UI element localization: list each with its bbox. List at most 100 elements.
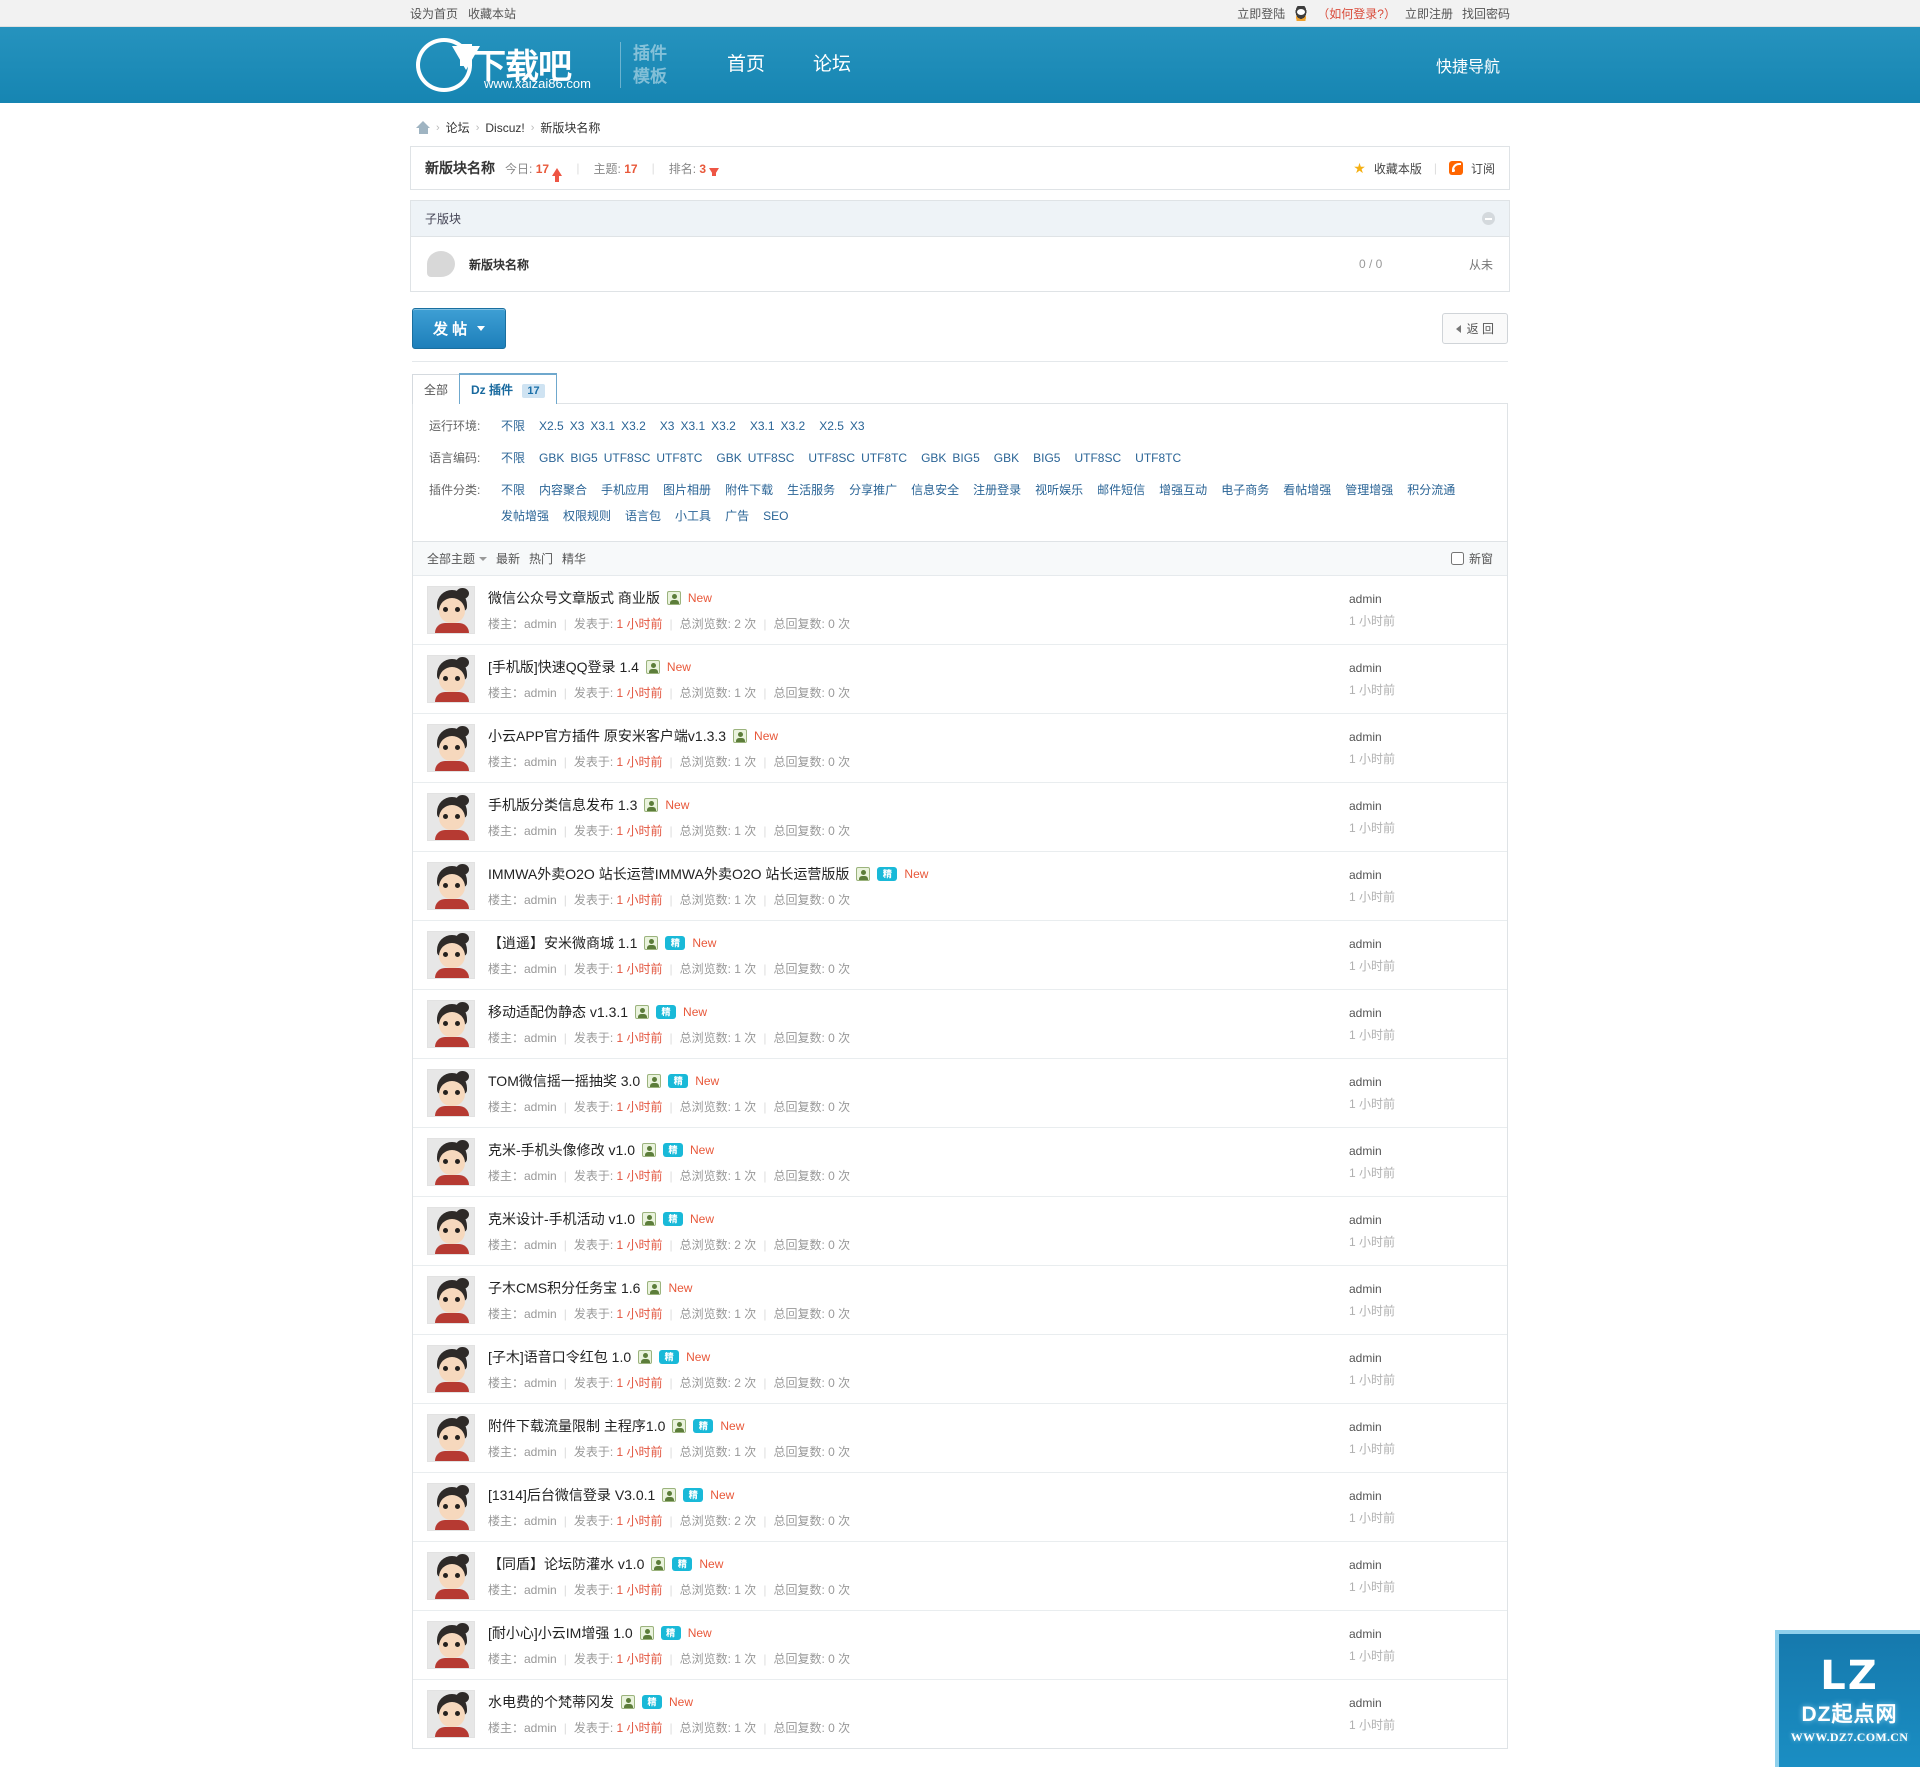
thread-row[interactable]: [1314]后台微信登录 V3.0.1 精 New 楼主：admin | 发表于: 1 小… xyxy=(413,1473,1507,1542)
subforum-row[interactable]: 新版块名称 0 / 0 从未 xyxy=(411,237,1509,291)
lastpost-author[interactable]: admin xyxy=(1349,1696,1493,1710)
lastpost-author[interactable]: admin xyxy=(1349,1282,1493,1296)
lastpost-author[interactable]: admin xyxy=(1349,1351,1493,1365)
filter-option[interactable]: GBK xyxy=(994,448,1019,469)
filter-option[interactable]: 广告 xyxy=(725,506,749,527)
filter-option[interactable]: 附件下载 xyxy=(725,480,773,501)
lastpost-author[interactable]: admin xyxy=(1349,592,1493,606)
lastpost-author[interactable]: admin xyxy=(1349,1075,1493,1089)
filter-option[interactable]: 不限 xyxy=(501,448,525,469)
filter-option[interactable]: UTF8TC xyxy=(861,448,907,469)
thread-title-link[interactable]: IMMWA外卖O2O 站长运营IMMWA外卖O2O 站长运营版版 xyxy=(488,864,849,884)
thread-title-link[interactable]: 微信公众号文章版式 商业版 xyxy=(488,588,660,608)
thread-title-link[interactable]: 手机版分类信息发布 1.3 xyxy=(488,795,637,815)
lastpost-author[interactable]: admin xyxy=(1349,1006,1493,1020)
thread-row[interactable]: [耐小心]小云IM增强 1.0 精 New 楼主：admin | 发表于: 1 小时前 | 总… xyxy=(413,1611,1507,1680)
avatar[interactable] xyxy=(427,1483,475,1531)
filter-option[interactable]: X3 xyxy=(570,416,585,437)
site-logo[interactable]: 下载吧 www.xaizai86.com 插件 模板 xyxy=(416,36,667,94)
subscribe-link[interactable]: 订阅 xyxy=(1471,160,1495,177)
home-icon[interactable] xyxy=(416,121,430,134)
filter-option[interactable]: 邮件短信 xyxy=(1097,480,1145,501)
avatar[interactable] xyxy=(427,1276,475,1324)
filter-option[interactable]: X3.1 xyxy=(590,416,615,437)
lastpost-author[interactable]: admin xyxy=(1349,868,1493,882)
lastpost-author[interactable]: admin xyxy=(1349,730,1493,744)
thread-row[interactable]: 移动适配伪静态 v1.3.1 精 New 楼主：admin | 发表于: 1 小时前 | 总浏… xyxy=(413,990,1507,1059)
filter-option[interactable]: GBK xyxy=(716,448,741,469)
filter-option[interactable]: 管理增强 xyxy=(1345,480,1393,501)
filter-option[interactable]: UTF8SC xyxy=(604,448,651,469)
filter-option[interactable]: BIG5 xyxy=(1033,448,1060,469)
thread-title-link[interactable]: 水电费的个梵蒂冈发 xyxy=(488,1692,614,1712)
thread-row[interactable]: 附件下载流量限制 主程序1.0 精 New 楼主：admin | 发表于: 1 小时前 | 总… xyxy=(413,1404,1507,1473)
find-password-link[interactable]: 找回密码 xyxy=(1462,5,1510,22)
collapse-icon[interactable] xyxy=(1482,212,1495,225)
tab-dz-plugin[interactable]: Dz 插件 17 xyxy=(459,374,557,404)
filter-option[interactable]: 不限 xyxy=(501,480,525,501)
avatar[interactable] xyxy=(427,1552,475,1600)
set-homepage-link[interactable]: 设为首页 xyxy=(410,5,458,22)
thread-title-link[interactable]: 【同盾】论坛防灌水 v1.0 xyxy=(488,1554,644,1574)
avatar[interactable] xyxy=(427,1207,475,1255)
thread-author[interactable]: 楼主：admin xyxy=(488,684,557,701)
filter-option[interactable]: UTF8TC xyxy=(656,448,702,469)
filter-option[interactable]: X3.1 xyxy=(750,416,775,437)
thread-author[interactable]: 楼主：admin xyxy=(488,1167,557,1184)
thread-title-link[interactable]: TOM微信摇一摇抽奖 3.0 xyxy=(488,1071,640,1091)
filter-option[interactable]: 权限规则 xyxy=(563,506,611,527)
filter-option[interactable]: UTF8SC xyxy=(1074,448,1121,469)
filter-option[interactable]: 内容聚合 xyxy=(539,480,587,501)
thread-row[interactable]: 子木CMS积分任务宝 1.6 New 楼主：admin | 发表于: 1 小时前 | 总浏览… xyxy=(413,1266,1507,1335)
filter-option[interactable]: 看帖增强 xyxy=(1283,480,1331,501)
lastpost-author[interactable]: admin xyxy=(1349,1144,1493,1158)
thread-title-link[interactable]: 小云APP官方插件 原安米客户端v1.3.3 xyxy=(488,726,726,746)
thread-author[interactable]: 楼主：admin xyxy=(488,822,557,839)
thread-row[interactable]: 【逍遥】安米微商城 1.1 精 New 楼主：admin | 发表于: 1 小时前 | 总浏览… xyxy=(413,921,1507,990)
filter-option[interactable]: 图片相册 xyxy=(663,480,711,501)
thread-title-link[interactable]: [子木]语音口令红包 1.0 xyxy=(488,1347,631,1367)
avatar[interactable] xyxy=(427,1690,475,1738)
thread-row[interactable]: 克米-手机头像修改 v1.0 精 New 楼主：admin | 发表于: 1 小时前 | 总浏… xyxy=(413,1128,1507,1197)
thread-title-link[interactable]: 克米设计-手机活动 v1.0 xyxy=(488,1209,635,1229)
thread-author[interactable]: 楼主：admin xyxy=(488,1098,557,1115)
thread-title-link[interactable]: [耐小心]小云IM增强 1.0 xyxy=(488,1623,633,1643)
lastpost-author[interactable]: admin xyxy=(1349,1213,1493,1227)
filter-option[interactable]: 视听娱乐 xyxy=(1035,480,1083,501)
lastpost-author[interactable]: admin xyxy=(1349,799,1493,813)
lastpost-author[interactable]: admin xyxy=(1349,1558,1493,1572)
new-thread-button[interactable]: 发 帖 xyxy=(412,308,507,349)
filter-option[interactable]: UTF8SC xyxy=(748,448,795,469)
thread-row[interactable]: IMMWA外卖O2O 站长运营IMMWA外卖O2O 站长运营版版 精 New 楼主：a… xyxy=(413,852,1507,921)
filter-option[interactable]: BIG5 xyxy=(570,448,597,469)
thread-author[interactable]: 楼主：admin xyxy=(488,960,557,977)
thread-title-link[interactable]: 【逍遥】安米微商城 1.1 xyxy=(488,933,637,953)
avatar[interactable] xyxy=(427,586,475,634)
sort-digest[interactable]: 精华 xyxy=(562,550,586,567)
filter-option[interactable]: X3.2 xyxy=(621,416,646,437)
thread-author[interactable]: 楼主：admin xyxy=(488,615,557,632)
filter-option[interactable]: GBK xyxy=(921,448,946,469)
thread-author[interactable]: 楼主：admin xyxy=(488,1719,557,1736)
breadcrumb-item-current[interactable]: 新版块名称 xyxy=(540,119,600,136)
filter-option[interactable]: GBK xyxy=(539,448,564,469)
avatar[interactable] xyxy=(427,931,475,979)
sort-latest[interactable]: 最新 xyxy=(496,550,520,567)
filter-option[interactable]: UTF8TC xyxy=(1135,448,1181,469)
breadcrumb-item-discuz[interactable]: Discuz! xyxy=(485,121,524,135)
avatar[interactable] xyxy=(427,1414,475,1462)
login-link[interactable]: 立即登陆 xyxy=(1237,5,1285,22)
thread-author[interactable]: 楼主：admin xyxy=(488,1443,557,1460)
thread-author[interactable]: 楼主：admin xyxy=(488,753,557,770)
thread-row[interactable]: 水电费的个梵蒂冈发 精 New 楼主：admin | 发表于: 1 小时前 | 总浏览数: 1… xyxy=(413,1680,1507,1748)
favorite-forum-link[interactable]: 收藏本版 xyxy=(1374,160,1422,177)
thread-row[interactable]: 手机版分类信息发布 1.3 New 楼主：admin | 发表于: 1 小时前 | 总浏览数… xyxy=(413,783,1507,852)
how-to-login-link[interactable]: （如何登录?） xyxy=(1317,5,1396,22)
filter-option[interactable]: X3 xyxy=(850,416,865,437)
avatar[interactable] xyxy=(427,1621,475,1669)
lastpost-author[interactable]: admin xyxy=(1349,1627,1493,1641)
filter-option[interactable]: 手机应用 xyxy=(601,480,649,501)
thread-author[interactable]: 楼主：admin xyxy=(488,1236,557,1253)
filter-option[interactable]: UTF8SC xyxy=(808,448,855,469)
filter-option[interactable]: 生活服务 xyxy=(787,480,835,501)
